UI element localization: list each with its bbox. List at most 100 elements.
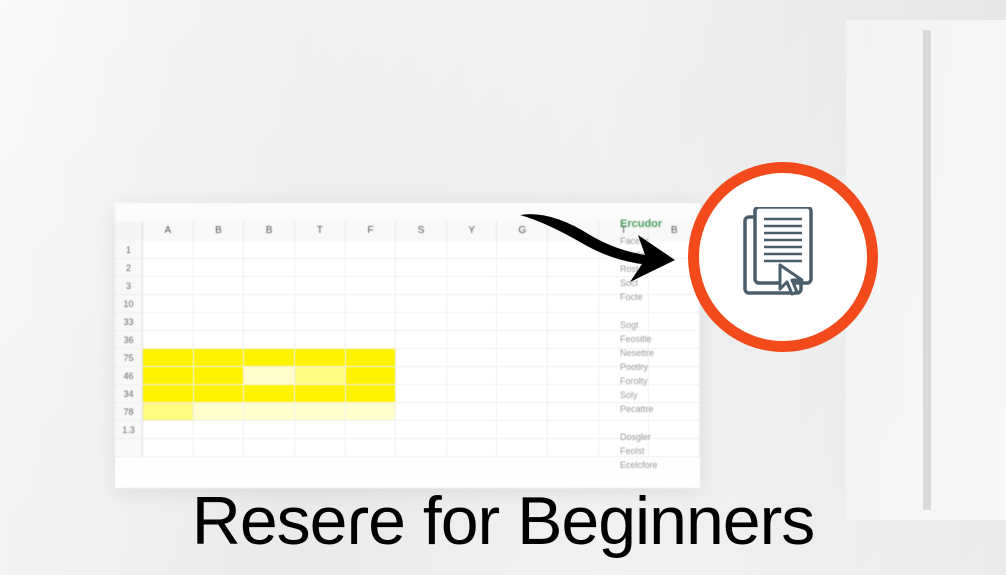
cell (143, 385, 194, 403)
col-header: A (143, 221, 194, 241)
cell (295, 349, 346, 367)
cell (447, 313, 498, 331)
row-number: 1.3 (115, 421, 143, 439)
cell (346, 313, 397, 331)
cell (295, 421, 346, 439)
cell (143, 349, 194, 367)
cell (497, 439, 548, 457)
cell (194, 313, 245, 331)
col-header: B (244, 221, 295, 241)
cell (497, 349, 548, 367)
cell (447, 277, 498, 295)
cell (244, 259, 295, 277)
cell (396, 403, 447, 421)
cell (194, 421, 245, 439)
cell (548, 295, 599, 313)
cell (194, 385, 245, 403)
cell (244, 241, 295, 259)
panel-item (620, 416, 698, 430)
row-number (115, 439, 143, 457)
cell (497, 331, 548, 349)
table-row: 1.3 (115, 421, 700, 439)
cell (346, 331, 397, 349)
cell (295, 259, 346, 277)
cell (295, 277, 346, 295)
corner-cell (115, 221, 143, 241)
row-number: 1 (115, 241, 143, 259)
arrow-icon (500, 200, 675, 290)
cell (396, 241, 447, 259)
cell (194, 403, 245, 421)
cell (194, 331, 245, 349)
cell (346, 241, 397, 259)
cell (346, 259, 397, 277)
row-number: 78 (115, 403, 143, 421)
table-row: 10 (115, 295, 700, 313)
cell (497, 421, 548, 439)
cell (447, 367, 498, 385)
cell (143, 367, 194, 385)
panel-item: Soly (620, 388, 698, 402)
cell (548, 331, 599, 349)
cell (244, 349, 295, 367)
panel-item (620, 304, 698, 318)
table-row: 75 (115, 349, 700, 367)
cell (143, 313, 194, 331)
cell (346, 439, 397, 457)
cell (396, 277, 447, 295)
panel-item: Focte (620, 290, 698, 304)
panel-item: Feolst (620, 444, 698, 458)
row-number: 10 (115, 295, 143, 313)
feature-circle (688, 162, 878, 352)
table-row: 33 (115, 313, 700, 331)
cell (194, 349, 245, 367)
cell (548, 367, 599, 385)
cell (295, 295, 346, 313)
cell (346, 367, 397, 385)
cell (194, 295, 245, 313)
row-number: 36 (115, 331, 143, 349)
cell (447, 295, 498, 313)
cell (447, 421, 498, 439)
cell (143, 277, 194, 295)
panel-item: Feositle (620, 332, 698, 346)
cell (244, 421, 295, 439)
cell (396, 331, 447, 349)
cell (295, 331, 346, 349)
col-header: T (295, 221, 346, 241)
cell (396, 421, 447, 439)
table-row (115, 439, 700, 457)
row-number: 33 (115, 313, 143, 331)
cell (447, 331, 498, 349)
cell (194, 367, 245, 385)
cell (497, 403, 548, 421)
table-row: 78 (115, 403, 700, 421)
page-title: Reseɾe for Beginners (0, 482, 1006, 560)
cell (244, 295, 295, 313)
cell (346, 421, 397, 439)
cell (244, 403, 295, 421)
cell (447, 439, 498, 457)
cell (447, 259, 498, 277)
cell (295, 385, 346, 403)
cell (244, 277, 295, 295)
cell (447, 241, 498, 259)
cell (244, 331, 295, 349)
cell (295, 313, 346, 331)
cell (143, 403, 194, 421)
panel-item: Pootlry (620, 360, 698, 374)
cell (497, 367, 548, 385)
cell (396, 313, 447, 331)
col-header: S (396, 221, 447, 241)
cell (346, 403, 397, 421)
col-header: F (346, 221, 397, 241)
cell (346, 295, 397, 313)
cell (295, 403, 346, 421)
cell (346, 277, 397, 295)
cell (143, 241, 194, 259)
panel-item: Pecattre (620, 402, 698, 416)
table-row: 34 (115, 385, 700, 403)
row-number: 46 (115, 367, 143, 385)
cell (447, 403, 498, 421)
cell (548, 385, 599, 403)
